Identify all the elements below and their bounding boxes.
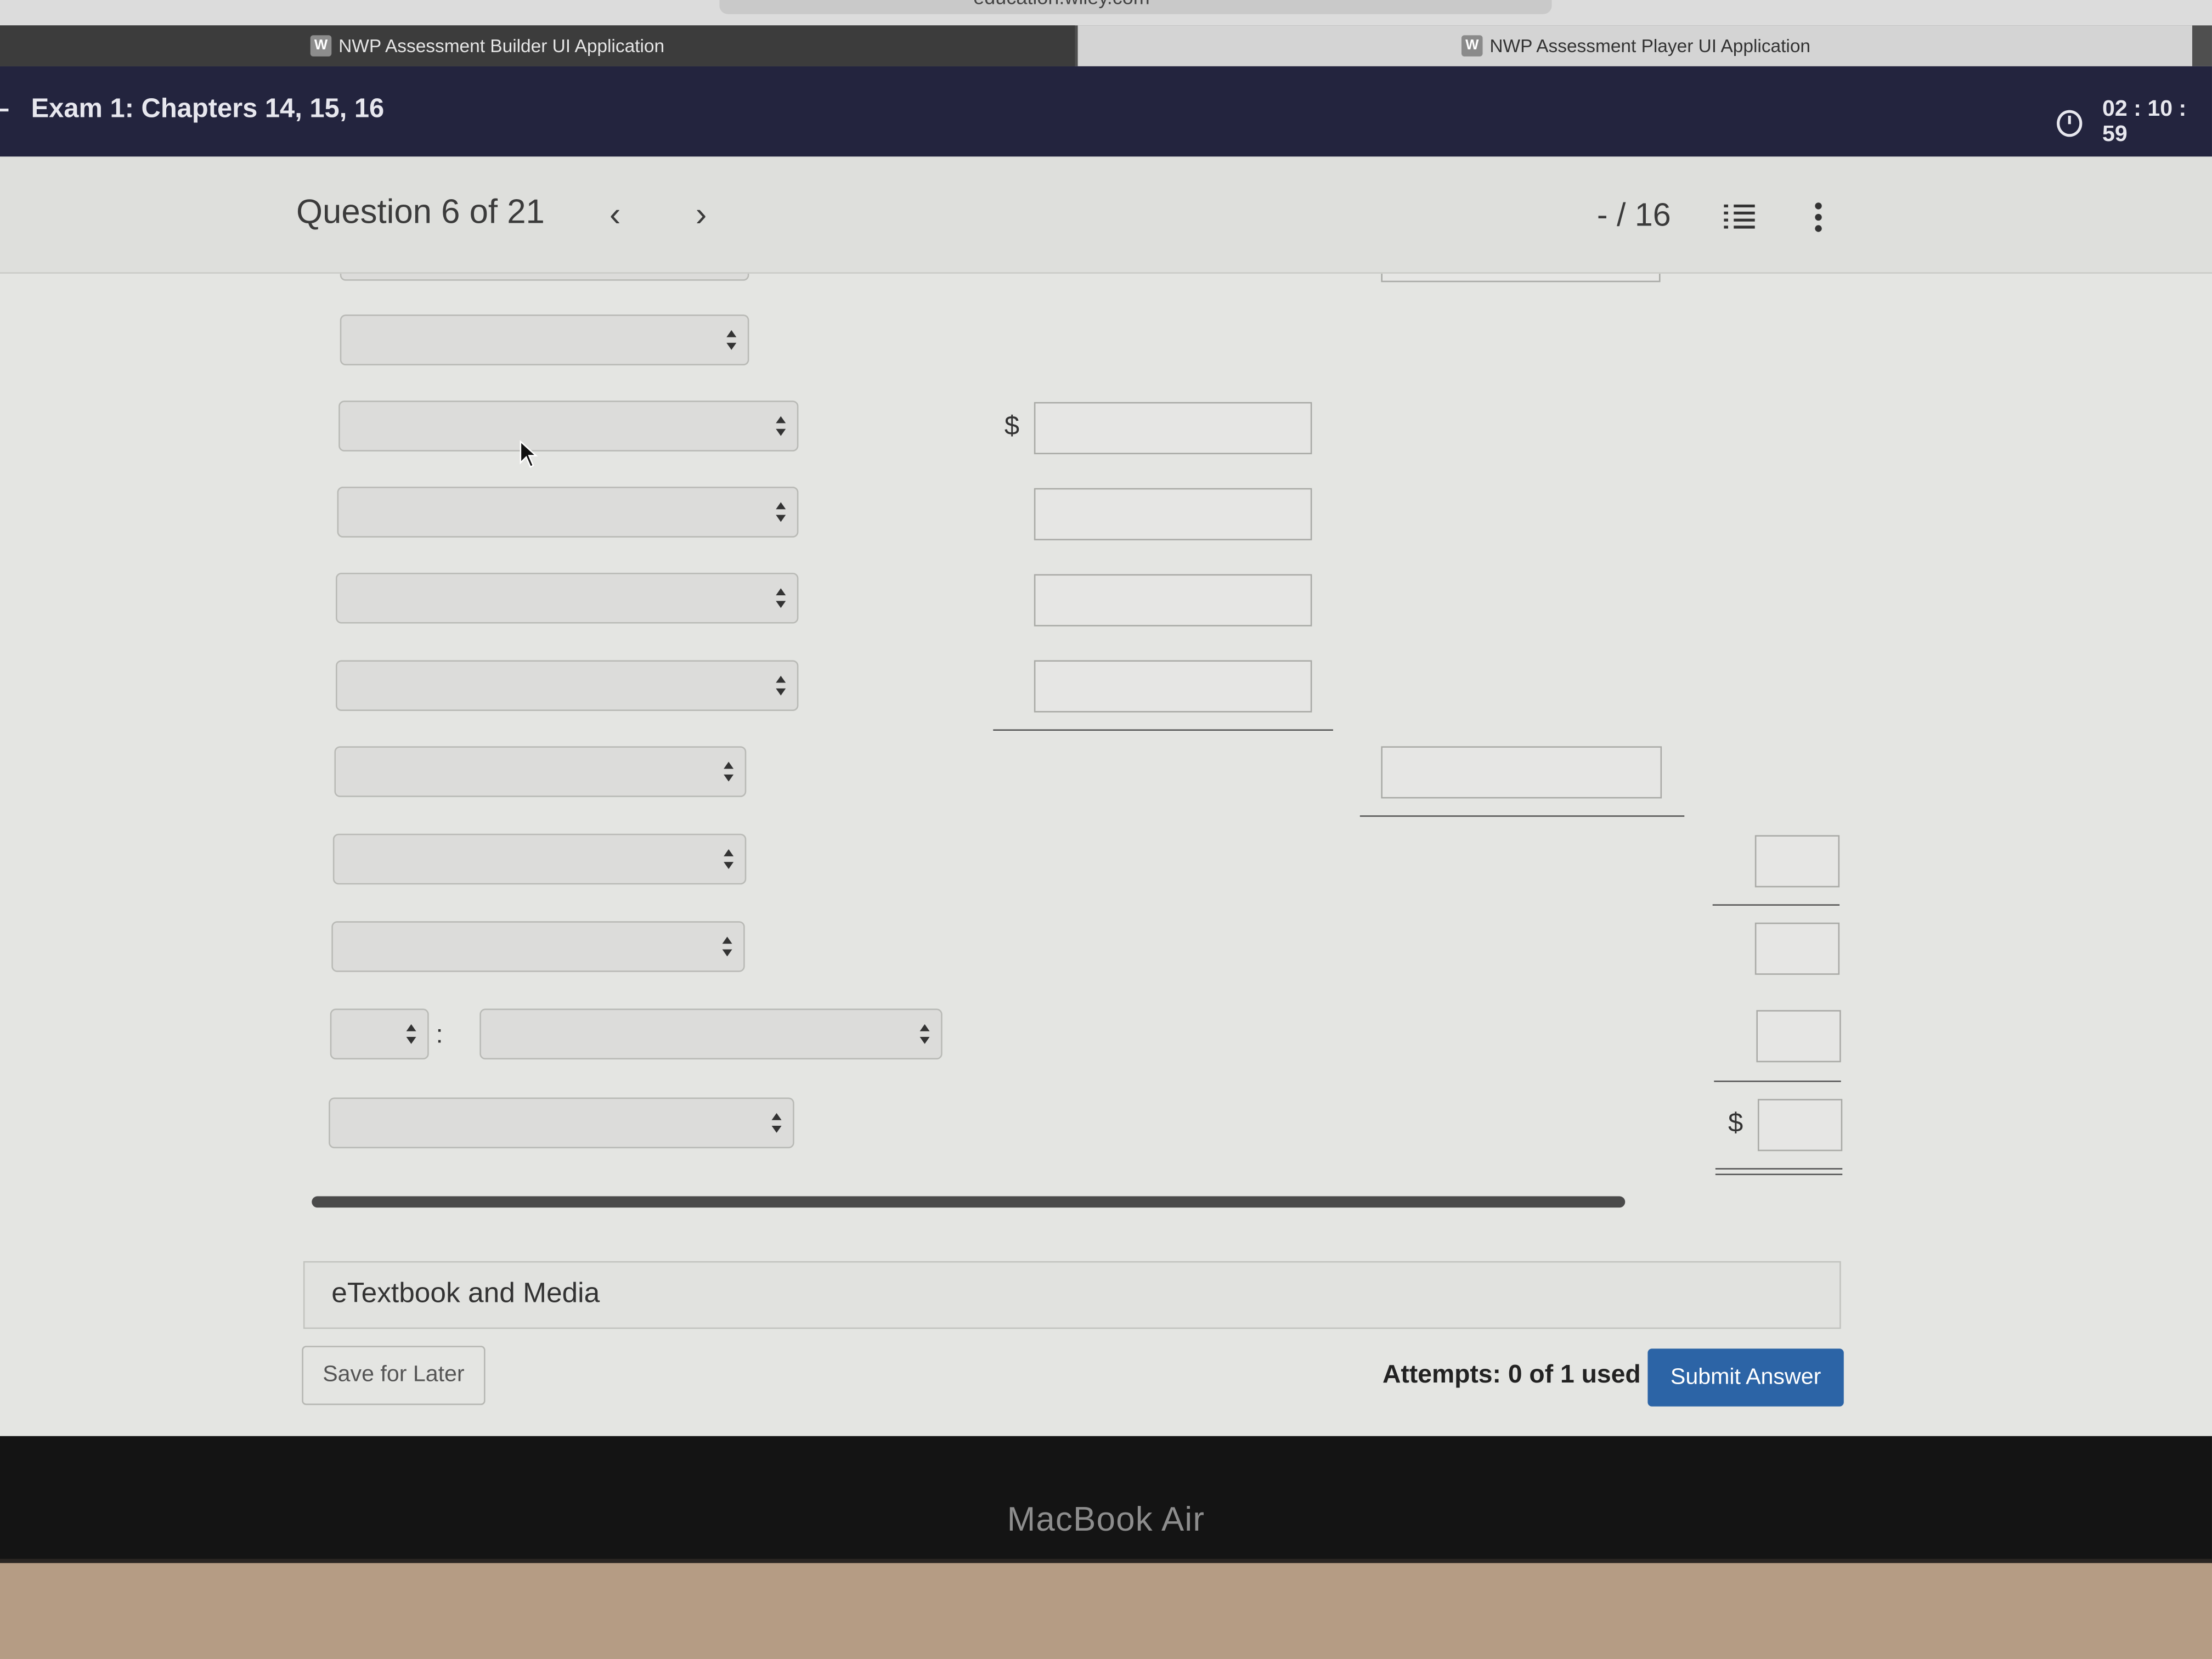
currency-symbol: $ <box>1004 411 1020 442</box>
laptop-base <box>0 1563 2212 1659</box>
select-arrows-icon <box>724 761 734 782</box>
question-counter: Question 6 of 21 <box>296 193 545 232</box>
more-options-icon[interactable] <box>1813 202 1824 233</box>
etextbook-media-panel[interactable]: eTextbook and Media <box>303 1261 1841 1329</box>
subtotal-rule <box>993 729 1333 731</box>
account-dropdown[interactable] <box>335 572 799 624</box>
amount-input[interactable] <box>1754 835 1840 888</box>
previous-question-button[interactable]: ‹ <box>610 196 621 235</box>
account-dropdown[interactable] <box>340 314 749 365</box>
exam-timer: 02 : 10 : 59 <box>2057 97 2212 148</box>
subtotal-rule <box>1714 1080 1841 1082</box>
subtotal-input[interactable] <box>1381 746 1662 799</box>
select-arrows-icon <box>776 416 786 436</box>
total-input[interactable] <box>1757 1099 1843 1152</box>
address-url: education.wiley.com <box>973 0 1150 8</box>
amount-input[interactable] <box>1756 1010 1841 1063</box>
select-arrows-icon <box>722 936 732 957</box>
question-list-icon[interactable] <box>1724 202 1755 230</box>
device-brand-label: MacBook Air <box>1007 1500 1205 1539</box>
select-arrows-icon <box>724 849 734 869</box>
ratio-account-dropdown[interactable] <box>479 1008 943 1060</box>
select-arrows-icon <box>771 1113 782 1133</box>
ratio-colon: : <box>436 1020 443 1048</box>
subtotal-rule <box>1359 815 1685 817</box>
attempts-counter: Attempts: 0 of 1 used <box>1382 1359 1641 1389</box>
account-dropdown[interactable] <box>335 660 799 711</box>
amount-input[interactable] <box>1034 402 1312 454</box>
select-arrows-icon <box>776 588 786 608</box>
stopwatch-icon <box>2057 109 2083 137</box>
total-double-rule <box>1715 1168 1843 1170</box>
tab-assessment-builder[interactable]: W NWP Assessment Builder UI Application <box>0 25 1075 66</box>
tab-label: NWP Assessment Builder UI Application <box>338 35 665 57</box>
amount-input[interactable] <box>1034 488 1312 540</box>
account-dropdown[interactable] <box>340 273 749 281</box>
question-navigation-bar: Question 6 of 21 ‹ › - / 16 <box>0 156 2212 274</box>
currency-symbol: $ <box>1728 1109 1743 1139</box>
exam-title: Exam 1: Chapters 14, 15, 16 <box>31 94 385 125</box>
worksheet-area: : $ $ eTextbook and Media Save for Later… <box>0 273 2212 1436</box>
select-arrows-icon <box>776 502 786 522</box>
next-question-button[interactable]: › <box>696 196 707 235</box>
total-label-dropdown[interactable] <box>329 1097 794 1149</box>
submit-answer-button[interactable]: Submit Answer <box>1647 1348 1844 1407</box>
save-for-later-button[interactable]: Save for Later <box>302 1346 486 1406</box>
account-dropdown[interactable] <box>334 746 747 797</box>
select-arrows-icon <box>726 330 737 350</box>
amount-input[interactable] <box>1754 922 1840 975</box>
amount-input[interactable] <box>1034 574 1312 627</box>
total-double-rule <box>1715 1173 1843 1175</box>
ratio-number-dropdown[interactable] <box>330 1008 429 1060</box>
mouse-cursor-icon <box>520 440 538 468</box>
select-arrows-icon <box>919 1024 930 1044</box>
subtotal-rule <box>1712 904 1840 906</box>
tab-label: NWP Assessment Player UI Application <box>1489 35 1811 57</box>
wiley-favicon-icon: W <box>1461 35 1483 57</box>
account-dropdown[interactable] <box>338 400 799 452</box>
account-dropdown[interactable] <box>331 921 745 972</box>
horizontal-scrollbar[interactable] <box>312 1196 1626 1208</box>
timer-value: 02 : 10 : 59 <box>2102 97 2187 147</box>
amount-input[interactable] <box>1381 273 1661 283</box>
amount-input[interactable] <box>1034 660 1312 713</box>
wiley-favicon-icon: W <box>310 35 332 57</box>
account-dropdown[interactable] <box>337 487 799 538</box>
select-arrows-icon <box>776 675 786 696</box>
app-header: Exam 1: Chapters 14, 15, 16 02 : 10 : 59 <box>0 66 2212 157</box>
select-arrows-icon <box>406 1024 416 1044</box>
question-score: - / 16 <box>1596 196 1671 233</box>
laptop-bezel <box>0 1436 2212 1564</box>
menu-toggle-icon[interactable] <box>0 108 9 112</box>
account-dropdown[interactable] <box>332 833 747 885</box>
tab-assessment-player[interactable]: W NWP Assessment Player UI Application <box>1077 25 2192 66</box>
